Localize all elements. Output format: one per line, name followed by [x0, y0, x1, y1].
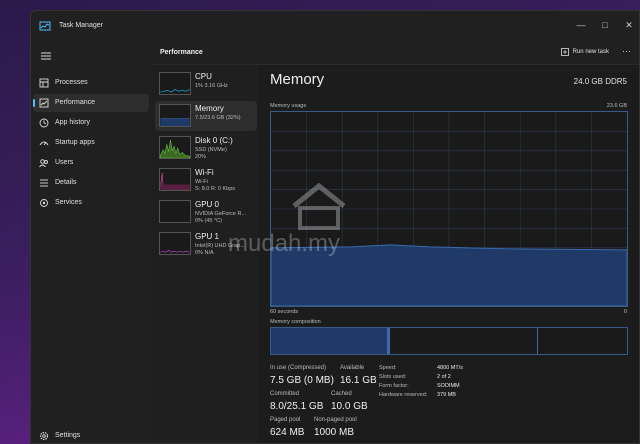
perf-item-name: GPU 1	[195, 232, 220, 241]
sidebar-item-label: App history	[55, 119, 91, 126]
close-button[interactable]: ✕	[621, 17, 637, 33]
paged-pool-value: 624 MB	[270, 427, 305, 438]
hardware-reserved-label: Hardware reserved:	[379, 392, 428, 398]
form-factor-value: SODIMM	[437, 383, 460, 389]
available-label: Available	[340, 365, 365, 371]
in-use-label: In use (Compressed)	[270, 365, 327, 371]
sidebar-item-app-history[interactable]: App history	[33, 114, 149, 132]
perf-item-name: GPU 0	[195, 200, 220, 209]
gear-icon	[39, 431, 49, 441]
perf-item-cpu[interactable]: CPU 1% 3.16 GHz	[155, 69, 257, 99]
cached-value: 10.0 GB	[331, 401, 368, 412]
run-task-icon	[560, 48, 569, 56]
perf-item-sub: SSD (NVMe)	[195, 147, 227, 153]
memory-total: 24.0 GB DDR5	[573, 77, 627, 86]
sidebar-item-label: Settings	[55, 432, 81, 439]
nonpaged-pool-value: 1000 MB	[314, 427, 355, 438]
users-icon	[39, 159, 48, 168]
paged-pool-label: Paged pool	[270, 417, 301, 423]
perf-item-sub: 1% 3.16 GHz	[195, 83, 228, 89]
available-value: 16.1 GB	[340, 375, 377, 386]
form-factor-label: Form factor:	[379, 383, 409, 389]
sidebar-item-processes[interactable]: Processes	[33, 74, 149, 92]
sidebar-item-label: Processes	[55, 79, 88, 86]
speed-value: 4800 MT/s	[437, 365, 463, 371]
perf-item-sub: 7.5/23.6 GB (32%)	[195, 115, 241, 121]
sidebar-item-settings[interactable]: Settings	[33, 427, 149, 443]
slots-value: 2 of 2	[437, 374, 451, 380]
processes-icon	[39, 78, 49, 88]
perf-item-wifi[interactable]: Wi-Fi Wi-Fi S: 8.0 R: 0 Kbps	[155, 165, 257, 195]
composition-in-use	[271, 328, 388, 354]
memory-composition-bar	[270, 327, 628, 355]
page-title: Performance	[160, 49, 203, 56]
sidebar-item-label: Performance	[55, 99, 96, 106]
cached-label: Cached	[331, 391, 352, 397]
gpu1-thumbnail	[159, 232, 191, 255]
perf-item-name: Memory	[195, 104, 224, 113]
details-icon	[40, 179, 48, 187]
run-new-task-button[interactable]: Run new task	[560, 48, 609, 56]
perf-item-sub: 20%	[195, 154, 207, 160]
services-icon	[40, 199, 48, 207]
run-new-task-label: Run new task	[572, 49, 609, 55]
memory-composition-label: Memory composition	[270, 319, 321, 325]
sidebar-item-label: Services	[55, 199, 82, 206]
watermark-logo-icon	[292, 182, 346, 230]
perf-item-sub: 0% N/A	[195, 250, 214, 256]
in-use-value: 7.5 GB (0 MB)	[270, 375, 334, 386]
cpu-thumbnail	[159, 72, 191, 95]
page-header: Performance Run new task ⋯	[152, 43, 639, 65]
minimize-button[interactable]: —	[573, 17, 589, 33]
window-title: Task Manager	[59, 22, 103, 29]
startup-icon	[39, 141, 49, 146]
detail-title: Memory	[270, 71, 325, 88]
perf-item-memory[interactable]: Memory 7.5/23.6 GB (32%)	[155, 101, 257, 131]
perf-item-gpu0[interactable]: GPU 0 NVIDIA GeForce R... 0% (45 °C)	[155, 197, 257, 227]
maximize-button[interactable]: □	[597, 17, 613, 33]
memory-thumbnail	[159, 104, 191, 127]
speed-label: Speed:	[379, 365, 397, 371]
slots-label: Slots used:	[379, 374, 407, 380]
sidebar-item-performance[interactable]: Performance	[33, 94, 149, 112]
hardware-reserved-value: 379 MB	[437, 392, 456, 398]
committed-value: 8.0/25.1 GB	[270, 401, 324, 412]
perf-item-name: Wi-Fi	[195, 168, 214, 177]
nonpaged-pool-label: Non-paged pool	[314, 417, 357, 423]
sidebar-item-details[interactable]: Details	[33, 174, 149, 192]
title-bar: Task Manager — □ ✕	[31, 11, 639, 43]
task-manager-icon	[39, 21, 51, 31]
sidebar-item-label: Startup apps	[55, 139, 95, 146]
time-axis-right: 0	[623, 309, 627, 315]
time-axis-left: 60 seconds	[270, 309, 299, 315]
perf-item-sub: Wi-Fi	[195, 179, 208, 185]
gpu0-thumbnail	[159, 200, 191, 223]
sidebar: Processes Performance App history Startu…	[31, 43, 151, 443]
main-panel: Performance Run new task ⋯ CPU 1% 3.16 G…	[152, 43, 639, 443]
perf-item-sub: NVIDIA GeForce R...	[195, 211, 247, 217]
more-options-icon[interactable]: ⋯	[622, 46, 631, 57]
sidebar-item-users[interactable]: Users	[33, 154, 149, 172]
composition-standby	[390, 328, 538, 354]
sidebar-item-label: Details	[55, 179, 77, 186]
disk-thumbnail	[159, 136, 191, 159]
memory-usage-max: 23.6 GB	[606, 103, 627, 109]
perf-item-sub: S: 8.0 R: 0 Kbps	[195, 186, 236, 192]
sidebar-item-services[interactable]: Services	[33, 194, 149, 212]
hamburger-icon[interactable]	[39, 49, 53, 63]
perf-item-name: Disk 0 (C:)	[195, 136, 233, 145]
perf-item-disk[interactable]: Disk 0 (C:) SSD (NVMe) 20%	[155, 133, 257, 163]
committed-label: Committed	[270, 391, 300, 397]
sidebar-item-startup-apps[interactable]: Startup apps	[33, 134, 149, 152]
sidebar-item-label: Users	[55, 159, 74, 166]
performance-icon	[39, 98, 49, 108]
wifi-thumbnail	[159, 168, 191, 191]
watermark-text: mudah.my	[228, 230, 341, 257]
memory-usage-label: Memory usage	[270, 103, 307, 109]
perf-item-name: CPU	[195, 72, 212, 81]
app-history-icon	[39, 118, 49, 128]
perf-item-sub: 0% (45 °C)	[195, 218, 222, 224]
